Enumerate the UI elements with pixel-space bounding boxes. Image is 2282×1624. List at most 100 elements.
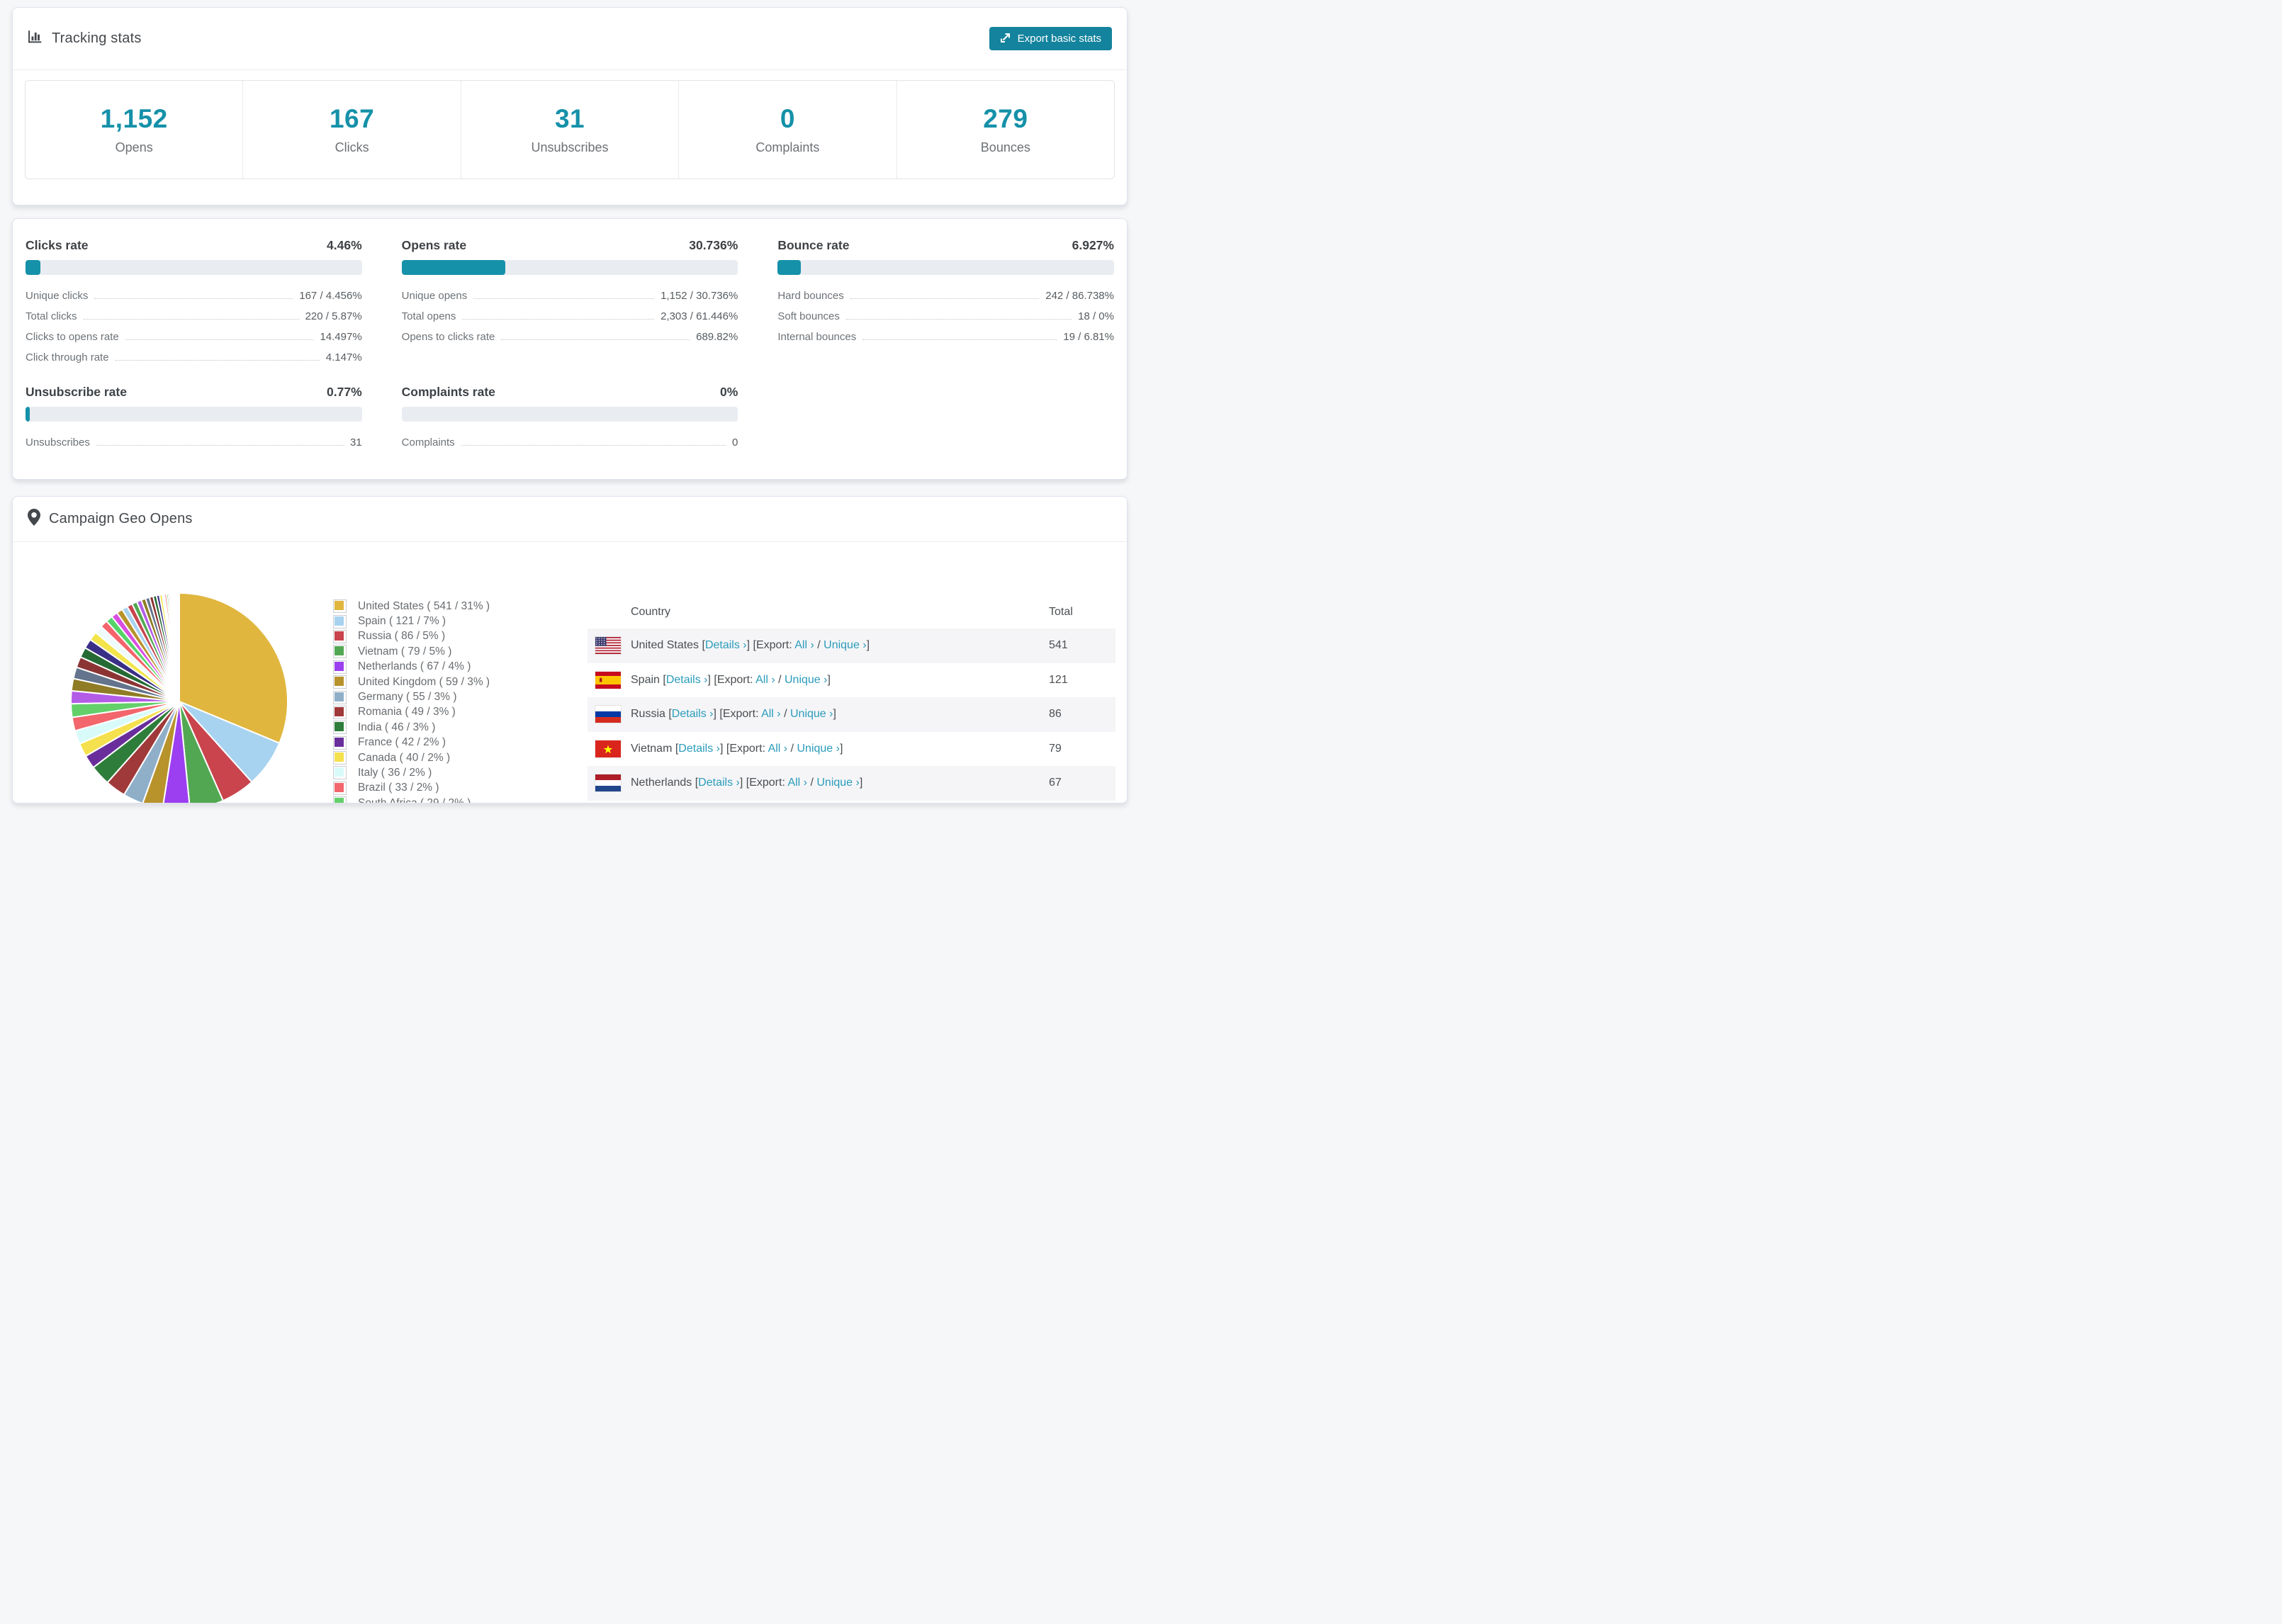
rate-title: Unsubscribe rate: [26, 385, 127, 399]
stat-row-value: 2,303 / 61.446%: [661, 310, 738, 322]
total-cell: 541: [1049, 639, 1068, 652]
legend-swatch: [333, 735, 347, 750]
legend-item: Spain ( 121 / 7% ): [333, 614, 490, 628]
legend-label: Vietnam ( 79 / 5% ): [358, 645, 452, 658]
legend-swatch: [333, 660, 347, 674]
details-link[interactable]: Details ›: [678, 743, 720, 755]
export-all-link[interactable]: All ›: [787, 777, 807, 789]
progress-track: [26, 260, 362, 275]
country-name: Spain: [631, 673, 660, 686]
export-unique-link[interactable]: Unique ›: [790, 708, 833, 720]
stat-row-value: 167 / 4.456%: [299, 290, 362, 302]
stat-label: Bounces: [980, 140, 1030, 154]
details-link[interactable]: Details ›: [698, 777, 740, 789]
rate-title: Complaints rate: [401, 385, 495, 399]
export-unique-link[interactable]: Unique ›: [785, 674, 827, 686]
dotted-leader: [96, 445, 344, 446]
legend-swatch: [333, 675, 347, 689]
export-all-link[interactable]: All ›: [768, 743, 788, 755]
legend-label: France ( 42 / 2% ): [358, 736, 446, 749]
legend-item: France ( 42 / 2% ): [333, 735, 490, 750]
total-cell: 121: [1049, 673, 1068, 686]
legend-swatch: [333, 614, 347, 628]
legend-swatch: [333, 599, 347, 614]
dotted-leader: [125, 339, 314, 340]
country-cell: Vietnam [Details ›] [Export: All › / Uni…: [631, 742, 843, 755]
country-name: Russia: [631, 708, 665, 721]
details-link[interactable]: Details ›: [666, 674, 708, 686]
export-all-link[interactable]: All ›: [755, 674, 775, 686]
stat-row: Hard bounces 242 / 86.738%: [777, 283, 1114, 304]
stat-row: Unique clicks 167 / 4.456%: [26, 283, 362, 304]
legend-swatch: [333, 766, 347, 780]
stat-row-label: Total clicks: [26, 310, 77, 322]
stat-row-label: Unique opens: [401, 290, 468, 302]
campaign-geo-opens-card: Campaign Geo Opens United States ( 541 /…: [12, 496, 1128, 803]
total-column-header: Total: [1049, 606, 1073, 618]
stat-row-value: 19 / 6.81%: [1063, 331, 1114, 343]
legend-swatch: [333, 645, 347, 659]
export-all-link[interactable]: All ›: [794, 639, 814, 651]
legend-item: Russia ( 86 / 5% ): [333, 629, 490, 644]
geo-title: Campaign Geo Opens: [49, 511, 193, 526]
export-basic-stats-button[interactable]: Export basic stats: [989, 27, 1112, 50]
rate-title: Bounce rate: [777, 238, 850, 252]
rate-title: Clicks rate: [26, 238, 89, 252]
dotted-leader: [850, 298, 1040, 299]
legend-item: Germany ( 55 / 3% ): [333, 689, 490, 704]
export-unique-link[interactable]: Unique ›: [797, 743, 839, 755]
rate-value: 4.46%: [327, 238, 362, 252]
stat-row: Click through rate 4.147%: [26, 345, 362, 366]
stat-row-label: Unsubscribes: [26, 436, 90, 449]
legend-label: Italy ( 36 / 2% ): [358, 766, 432, 779]
rate-panel: Complaints rate 0% Complaints 0: [401, 384, 738, 451]
legend-label: Russia ( 86 / 5% ): [358, 630, 446, 643]
table-row: Vietnam [Details ›] [Export: All › / Uni…: [588, 732, 1115, 767]
page-title: Tracking stats: [52, 30, 142, 46]
table-row: Spain [Details ›] [Export: All › / Uniqu…: [588, 663, 1115, 698]
stat-row: Clicks to opens rate 14.497%: [26, 325, 362, 345]
rate-value: 6.927%: [1072, 238, 1114, 252]
stat-label: Complaints: [755, 140, 820, 154]
stat-row-value: 4.147%: [325, 351, 362, 363]
stat-row-label: Opens to clicks rate: [401, 331, 495, 343]
rates-card: Clicks rate 4.46% Unique clicks 167 / 4.…: [12, 218, 1128, 480]
details-link[interactable]: Details ›: [705, 639, 747, 651]
legend-label: Netherlands ( 67 / 4% ): [358, 660, 471, 673]
stat-card: 1,152 Opens: [26, 81, 244, 179]
stat-value: 0: [780, 104, 795, 133]
total-cell: 86: [1049, 708, 1062, 721]
dotted-leader: [862, 339, 1057, 340]
table-row: United Kingdom [Details ›] [Export: All …: [588, 801, 1115, 803]
stat-label: Opens: [115, 140, 153, 154]
stat-row: Unsubscribes 31: [26, 430, 362, 451]
details-link[interactable]: Details ›: [672, 708, 714, 720]
dotted-leader: [845, 319, 1072, 320]
stat-row-value: 18 / 0%: [1078, 310, 1114, 322]
stat-row-label: Total opens: [401, 310, 456, 322]
nl-flag-icon: [595, 774, 622, 793]
legend-swatch: [333, 721, 347, 735]
stat-row-value: 31: [349, 436, 362, 449]
country-name: Netherlands: [631, 777, 692, 789]
export-unique-link[interactable]: Unique ›: [816, 777, 859, 789]
legend-label: United Kingdom ( 59 / 3% ): [358, 675, 490, 688]
stat-row: Internal bounces 19 / 6.81%: [777, 325, 1114, 345]
progress-track: [401, 407, 738, 422]
export-unique-link[interactable]: Unique ›: [824, 639, 866, 651]
rate-panel: Unsubscribe rate 0.77% Unsubscribes 31: [26, 384, 362, 451]
stat-row: Total clicks 220 / 5.87%: [26, 304, 362, 325]
stat-row-label: Hard bounces: [777, 290, 844, 302]
country-cell: Russia [Details ›] [Export: All › / Uniq…: [631, 708, 836, 721]
stat-row: Opens to clicks rate 689.82%: [402, 325, 738, 345]
stat-row-label: Complaints: [401, 436, 455, 449]
stat-value: 31: [554, 104, 585, 133]
stat-card: 279 Bounces: [897, 81, 1114, 179]
progress-fill: [777, 260, 802, 275]
es-flag-icon: [595, 670, 622, 689]
stat-value: 1,152: [100, 104, 168, 133]
export-all-link[interactable]: All ›: [761, 708, 781, 720]
export-icon: [1000, 32, 1011, 46]
total-cell: 67: [1049, 777, 1062, 789]
stat-row-value: 1,152 / 30.736%: [661, 290, 738, 302]
